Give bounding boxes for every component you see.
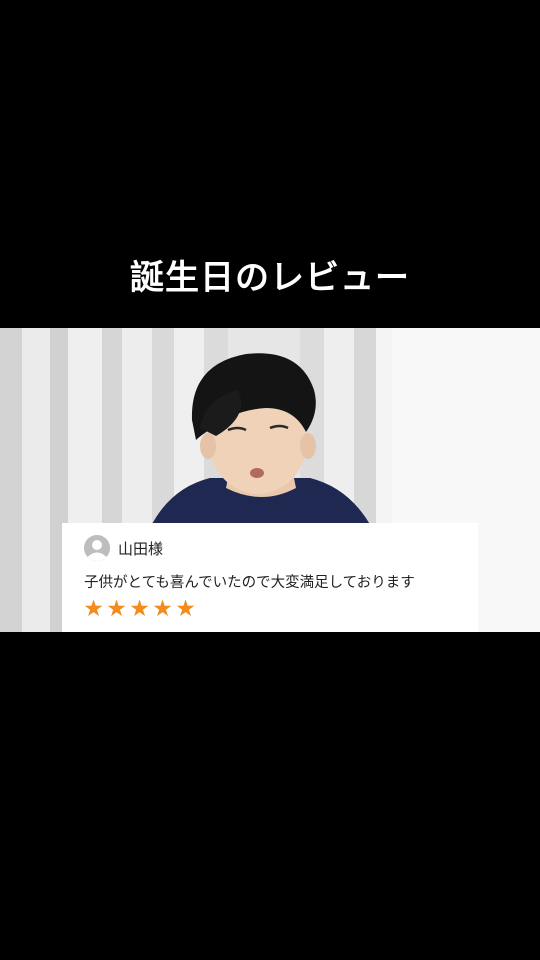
bottom-black-bar	[0, 632, 540, 960]
reviewer-row: 山田様	[84, 535, 163, 561]
top-black-bar: 誕生日のレビュー	[0, 0, 540, 328]
page-title: 誕生日のレビュー	[130, 258, 410, 298]
star-icon: ★	[152, 596, 173, 622]
star-icon: ★	[129, 596, 150, 622]
star-icon: ★	[106, 596, 127, 622]
user-avatar-icon	[84, 535, 110, 561]
reviewer-name: 山田様	[118, 539, 164, 558]
review-card: 山田様 子供がとても喜んでいたので大変満足しております ★ ★ ★ ★ ★	[62, 523, 478, 632]
star-icon: ★	[175, 596, 196, 622]
star-rating: ★ ★ ★ ★ ★	[82, 597, 197, 621]
review-text: 子供がとても喜んでいたので大変満足しております	[84, 575, 415, 591]
star-icon: ★	[83, 596, 104, 622]
